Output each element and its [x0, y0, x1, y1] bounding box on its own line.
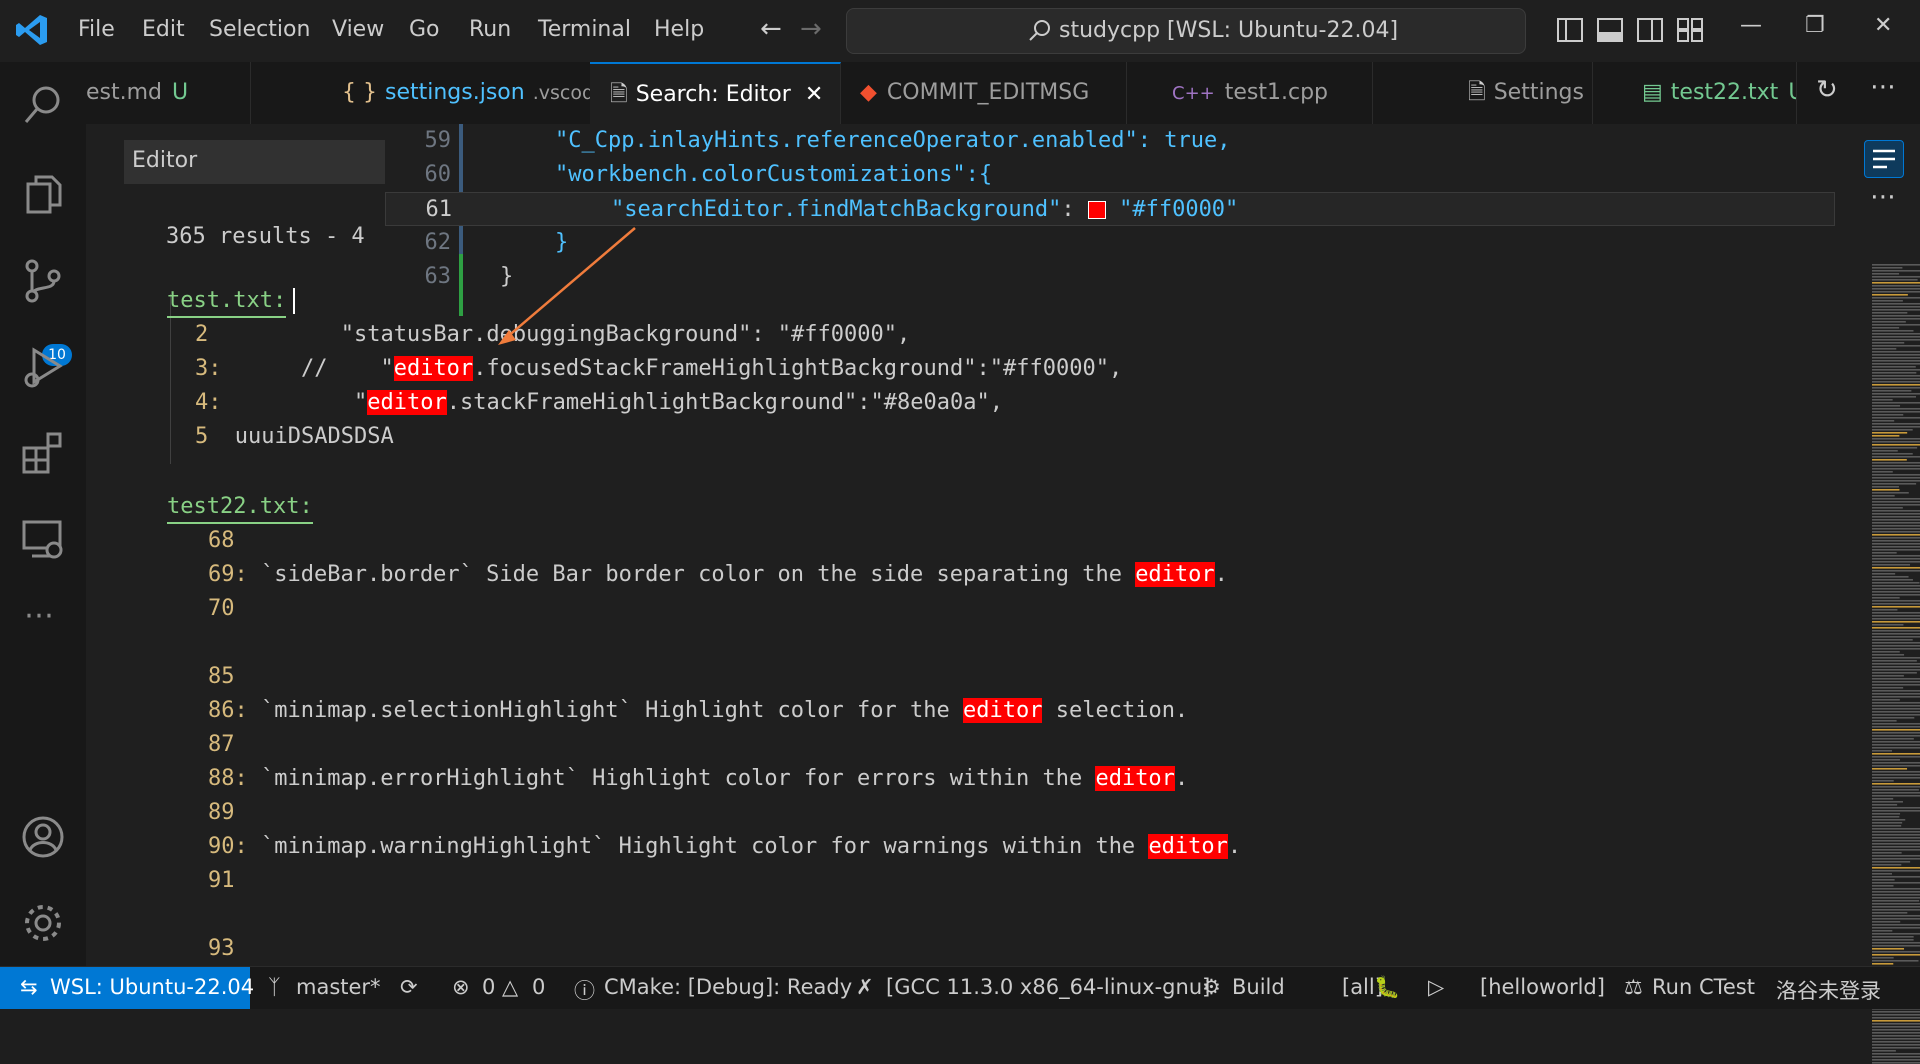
info-icon: ⓘ: [574, 979, 595, 1003]
branch-icon: ᛉ: [268, 975, 281, 999]
minimap-line: [1872, 1038, 1920, 1040]
annotation-arrow: [498, 227, 636, 345]
minimap-line: [1872, 1062, 1920, 1064]
minimap-line: [1872, 1059, 1920, 1061]
minimap-line: [1872, 1023, 1920, 1025]
error-icon: ⊗: [452, 975, 470, 999]
minimap-line: [1872, 1035, 1920, 1037]
error-count[interactable]: 0: [482, 975, 495, 999]
tools-icon: ✗: [856, 975, 874, 999]
minimap-line: [1872, 1020, 1920, 1022]
minimap-line: [1872, 1017, 1920, 1019]
gear-icon: ⚙: [1202, 975, 1221, 999]
remote-indicator[interactable]: ⇆ WSL: Ubuntu-22.04: [0, 967, 254, 1009]
warning-icon: △: [502, 975, 519, 999]
build-button[interactable]: Build: [1232, 975, 1285, 999]
bug-icon[interactable]: 🐛: [1374, 975, 1400, 1000]
cmake-status[interactable]: CMake: [Debug]: Ready: [604, 975, 852, 999]
minimap-line: [1872, 1041, 1920, 1043]
minimap-line: [1872, 1029, 1920, 1031]
minimap-line: [1872, 1032, 1920, 1034]
minimap-line: [1872, 1044, 1920, 1046]
minimap-line: [1872, 1011, 1920, 1013]
run-ctest-button[interactable]: Run CTest: [1652, 975, 1755, 999]
minimap-line: [1872, 1053, 1920, 1055]
minimap-line: [1872, 1050, 1896, 1052]
minimap-line: [1872, 1056, 1920, 1058]
cmake-kit[interactable]: [GCC 11.3.0 x86_64-linux-gnu]: [886, 975, 1210, 999]
flask-icon: ⚖: [1624, 975, 1643, 999]
minimap-line: [1872, 1047, 1920, 1049]
minimap-line: [1872, 1014, 1920, 1016]
play-icon[interactable]: ▷: [1428, 975, 1444, 999]
remote-icon: ⇆: [20, 975, 38, 999]
launch-target[interactable]: [helloworld]: [1480, 975, 1605, 999]
account-status[interactable]: 洛谷未登录: [1776, 975, 1881, 1005]
branch-name[interactable]: master*: [296, 975, 381, 999]
warning-count[interactable]: 0: [532, 975, 545, 999]
sync-icon[interactable]: ⟳: [400, 975, 418, 999]
status-bar: ⇆ WSL: Ubuntu-22.04 ᛉ master* ⟳ ⊗ 0 △ 0 …: [0, 966, 1920, 1009]
minimap-line: [1872, 1026, 1920, 1028]
